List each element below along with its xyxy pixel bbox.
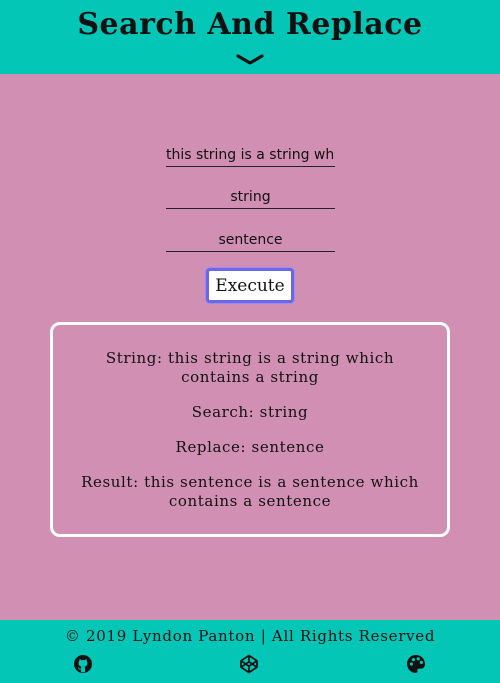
string-input[interactable] xyxy=(166,144,335,167)
copyright-text: © 2019 Lyndon Panton | All Rights Reserv… xyxy=(64,627,436,645)
page-title: Search And Replace xyxy=(77,7,423,42)
result-panel: String: this string is a string which co… xyxy=(50,322,450,537)
result-search-line: Search: string xyxy=(191,403,309,421)
search-input[interactable] xyxy=(166,186,335,209)
footer: © 2019 Lyndon Panton | All Rights Reserv… xyxy=(0,620,500,683)
result-string-line: String: this string is a string which co… xyxy=(105,349,395,386)
github-icon[interactable] xyxy=(73,654,93,674)
replace-input[interactable] xyxy=(166,229,335,252)
result-output-line: Result: this sentence is a sentence whic… xyxy=(81,473,419,510)
result-replace-line: Replace: sentence xyxy=(175,438,325,456)
chevron-down-icon[interactable] xyxy=(236,52,264,68)
header: Search And Replace xyxy=(0,0,500,74)
codepen-icon[interactable] xyxy=(239,654,259,674)
execute-button[interactable]: Execute xyxy=(206,268,294,303)
palette-icon[interactable] xyxy=(406,654,426,674)
